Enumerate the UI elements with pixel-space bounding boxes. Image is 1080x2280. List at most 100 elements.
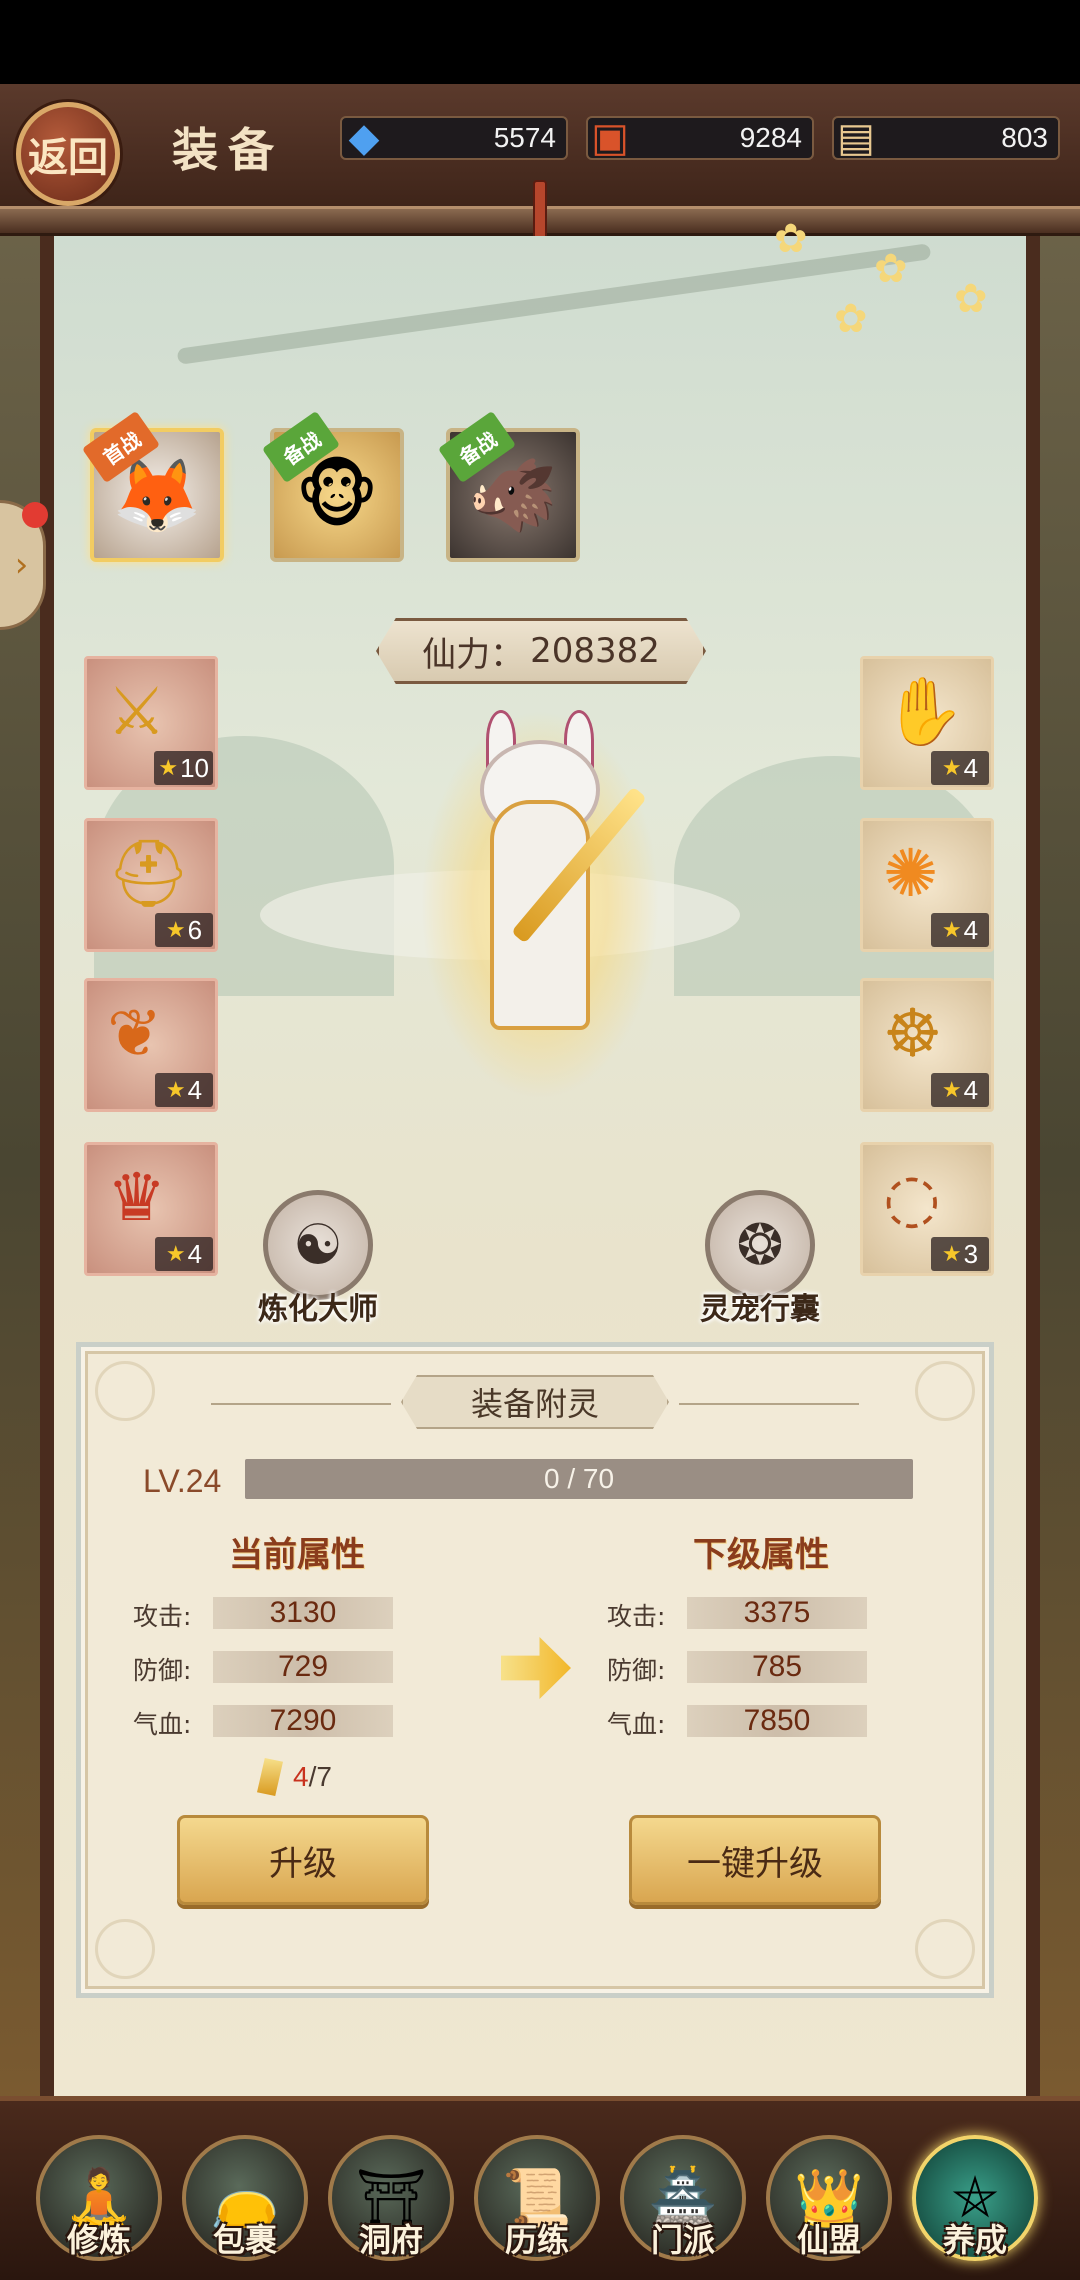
star-icon: ★ xyxy=(941,1241,962,1266)
enchant-progress-bar: 0 / 70 xyxy=(245,1459,913,1499)
necklace-icon: ◌ xyxy=(883,1159,941,1236)
one-click-upgrade-button[interactable]: 一键升级 xyxy=(629,1815,881,1905)
enchant-progress-text: 0 / 70 xyxy=(543,1463,615,1494)
notification-dot xyxy=(22,502,48,528)
resource-treasure-value: 9284 xyxy=(739,122,802,153)
star-icon: ★ xyxy=(165,1241,186,1266)
star-badge: ★ 4 xyxy=(155,1237,213,1271)
hero-avatar-beast[interactable]: 🐗 备战 xyxy=(437,410,580,562)
title-divider xyxy=(211,1403,391,1405)
upgrade-arrow-icon xyxy=(501,1637,571,1699)
star-badge: ★ 4 xyxy=(931,913,989,947)
material-have: 4 xyxy=(293,1761,309,1792)
stat-name: 气血: xyxy=(133,1710,192,1739)
nav-bag[interactable]: 👝 包裹 xyxy=(178,2135,312,2275)
star-icon: ★ xyxy=(941,917,962,942)
status-bar xyxy=(0,0,1080,84)
stat-name: 攻击: xyxy=(133,1602,192,1631)
equip-slot-wing[interactable]: ✺ ★ 4 xyxy=(860,818,994,952)
equip-slot-necklace[interactable]: ◌ ★ 3 xyxy=(860,1142,994,1276)
stat-name: 攻击: xyxy=(607,1602,666,1631)
star-badge: ★ 4 xyxy=(931,1073,989,1107)
star-count: 4 xyxy=(963,914,979,945)
star-icon: ★ xyxy=(158,755,179,780)
hero-avatar-fox[interactable]: 🦊 首战 xyxy=(81,410,224,562)
flame-wing-icon: ✺ xyxy=(883,835,939,912)
stat-name: 防御: xyxy=(607,1656,666,1685)
stat-value: 7850 xyxy=(687,1705,867,1737)
equip-slot-bracer[interactable]: ❦ ★ 4 xyxy=(84,978,218,1112)
nav-label: 历练 xyxy=(504,2221,569,2259)
nav-label: 洞府 xyxy=(358,2221,423,2259)
star-icon: ★ xyxy=(941,755,962,780)
bottom-nav: 🧘 修炼 👝 包裹 ⛩ 洞府 📜 历练 🏯 门派 👑 仙盟 ⛤ 养成 xyxy=(0,2096,1080,2280)
nav-cultivate[interactable]: 🧘 修炼 xyxy=(32,2135,166,2275)
page-title: 装备 xyxy=(172,123,284,177)
resource-scroll[interactable]: ▤ 803 xyxy=(832,116,1060,160)
star-icon: ★ xyxy=(165,1077,186,1102)
scroll-icon: ▤ xyxy=(837,116,875,160)
nav-label: 包裹 xyxy=(212,2221,277,2259)
enchant-level: LV.24 xyxy=(143,1463,222,1499)
nav-develop[interactable]: ⛤ 养成 xyxy=(908,2135,1042,2275)
equip-slot-weapon[interactable]: ⚔ ★ 10 xyxy=(84,656,218,790)
material-cost: 4/7 xyxy=(257,1757,332,1797)
back-button[interactable]: 返回 xyxy=(16,102,120,206)
enchant-title: 装备附灵 xyxy=(401,1375,669,1429)
blossom-icon: ✿ xyxy=(774,216,808,262)
bracer-icon: ❦ xyxy=(107,995,163,1072)
next-attributes-title: 下级属性 xyxy=(693,1535,829,1575)
hero-avatar-monkey[interactable]: 🐵 备战 xyxy=(261,410,404,562)
pet-bag-label: 灵宠行囊 xyxy=(700,1292,820,1327)
corner-ornament xyxy=(95,1361,155,1421)
title-divider xyxy=(679,1403,859,1405)
power-display: 仙力： 208382 xyxy=(376,618,706,684)
blossom-icon: ✿ xyxy=(834,296,868,342)
stat-value: 3375 xyxy=(687,1597,867,1629)
enchant-panel: 装备附灵 LV.24 0 / 70 当前属性 下级属性 攻击: 3130 防御:… xyxy=(76,1342,994,1998)
resource-crystal[interactable]: ◆ 5574 xyxy=(340,116,568,160)
nav-label: 养成 xyxy=(942,2221,1007,2259)
hero-character[interactable] xyxy=(420,710,660,1100)
stat-value: 785 xyxy=(687,1651,867,1683)
equip-slot-armor[interactable]: ♛ ★ 4 xyxy=(84,1142,218,1276)
star-badge: ★ 4 xyxy=(931,751,989,785)
claw-weapon-icon: ⚔ xyxy=(107,673,167,750)
stat-name: 防御: xyxy=(133,1656,192,1685)
armor-icon: ♛ xyxy=(107,1159,167,1236)
refine-master-button[interactable]: ☯ 炼化大师 xyxy=(248,1190,388,1328)
nav-sect[interactable]: 🏯 门派 xyxy=(616,2135,750,2275)
equip-slot-mask[interactable]: ☸ ★ 4 xyxy=(860,978,994,1112)
power-label: 仙力： xyxy=(422,634,525,675)
star-icon: ★ xyxy=(941,1077,962,1102)
nav-cave-house[interactable]: ⛩ 洞府 xyxy=(324,2135,458,2275)
star-badge: ★ 4 xyxy=(155,1073,213,1107)
equip-slot-claw[interactable]: ✋ ★ 4 xyxy=(860,656,994,790)
star-count: 3 xyxy=(963,1238,979,1269)
star-count: 6 xyxy=(187,914,203,945)
star-count: 4 xyxy=(963,1074,979,1105)
star-badge: ★ 3 xyxy=(931,1237,989,1271)
resource-treasure[interactable]: ▣ 9284 xyxy=(586,116,814,160)
star-count: 10 xyxy=(180,752,209,783)
stat-name: 气血: xyxy=(607,1710,666,1739)
nav-training[interactable]: 📜 历练 xyxy=(470,2135,604,2275)
golden-claw-icon: ✋ xyxy=(883,673,966,750)
equip-slot-helmet[interactable]: ⛑ ★ 6 xyxy=(84,818,218,952)
nav-alliance[interactable]: 👑 仙盟 xyxy=(762,2135,896,2275)
star-badge: ★ 6 xyxy=(155,913,213,947)
material-need: /7 xyxy=(308,1761,332,1792)
star-count: 4 xyxy=(187,1074,203,1105)
pet-bag-button[interactable]: ❂ 灵宠行囊 xyxy=(690,1190,830,1328)
background-branch xyxy=(176,243,932,365)
refine-master-label: 炼化大师 xyxy=(258,1292,378,1327)
feather-material-icon xyxy=(257,1758,283,1796)
star-badge: ★ 10 xyxy=(154,751,213,785)
corner-ornament xyxy=(915,1361,975,1421)
star-icon: ★ xyxy=(165,917,186,942)
upgrade-button[interactable]: 升级 xyxy=(177,1815,429,1905)
crystal-icon: ◆ xyxy=(348,116,380,160)
material-count: 4/7 xyxy=(293,1761,332,1793)
stat-value: 729 xyxy=(213,1651,393,1683)
treasure-icon: ▣ xyxy=(591,116,629,160)
